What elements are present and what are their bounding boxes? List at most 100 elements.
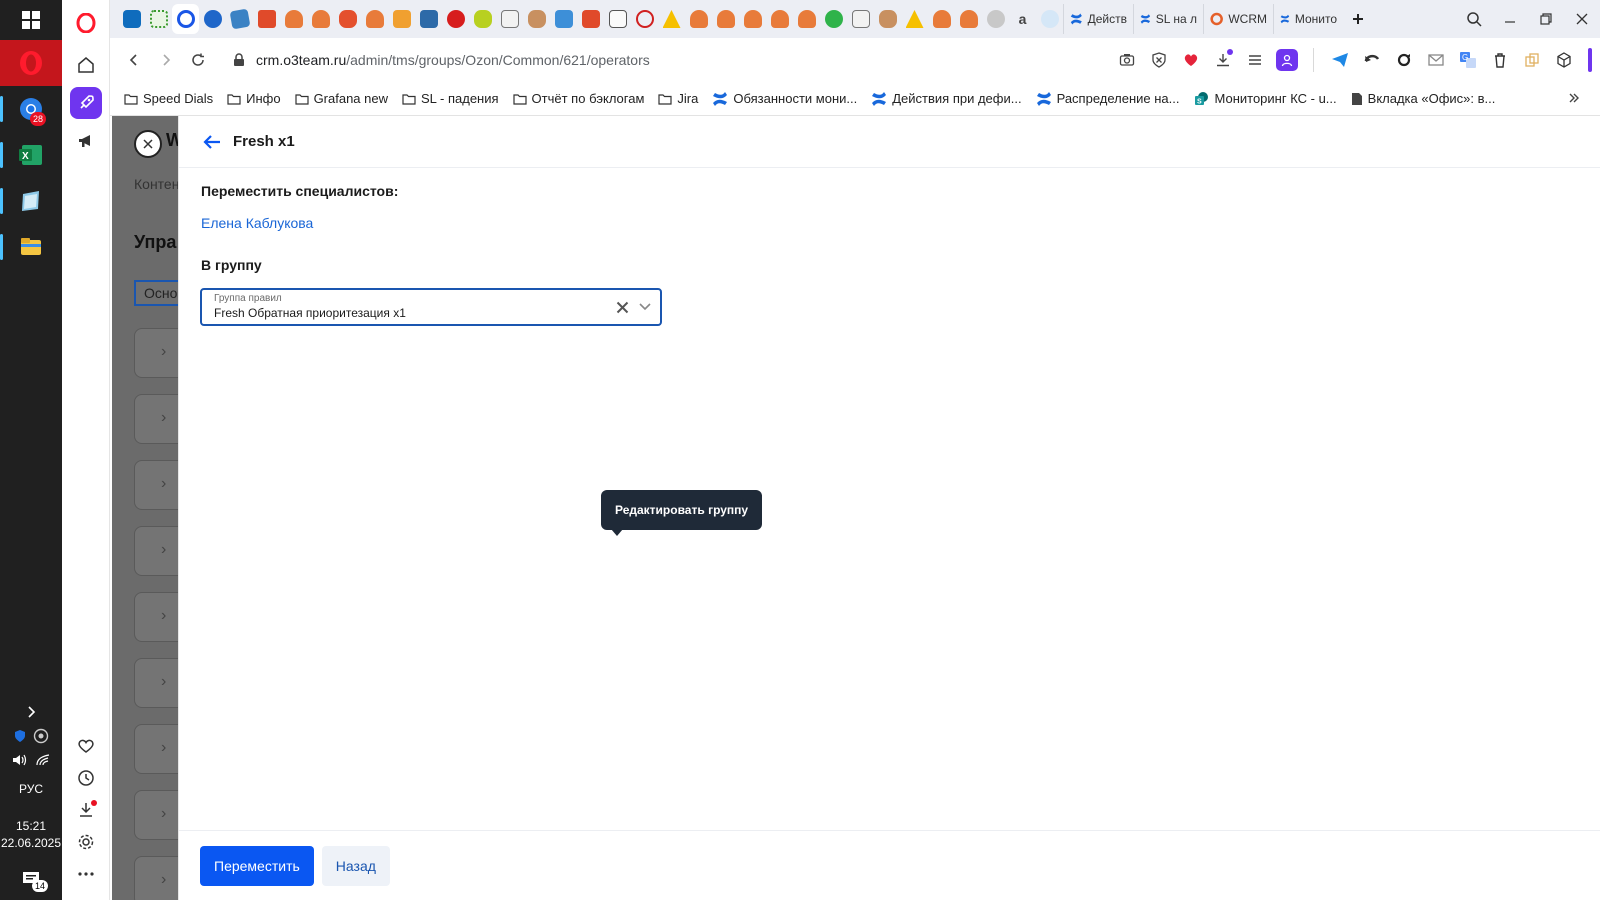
restore-button[interactable] <box>1528 0 1564 38</box>
back-text-button[interactable]: Назад <box>321 845 390 886</box>
tab-outlook[interactable] <box>118 4 145 34</box>
bookmark-backlog[interactable]: Отчёт по бэклогам <box>512 91 644 106</box>
select-dropdown-toggle[interactable] <box>638 300 652 314</box>
bookmark-monitoring[interactable]: S Мониторинг КС - u... <box>1194 91 1337 107</box>
specialist-link[interactable]: Елена Каблукова <box>201 215 313 231</box>
back-button[interactable] <box>118 44 150 76</box>
taskbar-opera[interactable] <box>0 40 62 86</box>
tab-confluence-3[interactable]: Монито <box>1273 4 1343 34</box>
tab-confluence-1[interactable]: Действ <box>1063 4 1133 34</box>
shield-icon[interactable] <box>13 729 27 743</box>
reload-button[interactable] <box>182 44 214 76</box>
bookmark-grafana[interactable]: Grafana new <box>294 91 388 106</box>
bookmarks-overflow-button[interactable] <box>1568 91 1580 107</box>
tab-grid[interactable] <box>145 4 172 34</box>
tab-app-1[interactable] <box>199 4 226 34</box>
tab-app-18[interactable] <box>658 4 685 34</box>
input-language[interactable]: РУС <box>19 782 43 796</box>
chevron-right-icon[interactable] <box>24 705 38 719</box>
tab-app-23[interactable] <box>793 4 820 34</box>
ext-copy[interactable] <box>1518 46 1546 74</box>
sidebar-history[interactable] <box>62 762 110 794</box>
forward-button[interactable] <box>150 44 182 76</box>
tab-app-27[interactable] <box>901 4 928 34</box>
tab-app-4[interactable] <box>280 4 307 34</box>
adblock-button[interactable] <box>1145 46 1173 74</box>
volume-icon[interactable] <box>11 753 29 767</box>
tab-app-16[interactable] <box>604 4 631 34</box>
tab-app-14[interactable] <box>550 4 577 34</box>
tab-app-20[interactable] <box>712 4 739 34</box>
sidebar-news[interactable] <box>62 122 110 160</box>
wifi-icon[interactable] <box>35 753 51 767</box>
sidebar-more[interactable] <box>62 858 110 890</box>
tab-app-13[interactable] <box>523 4 550 34</box>
downloads-button[interactable] <box>1209 46 1237 74</box>
easy-setup-button[interactable] <box>1241 46 1269 74</box>
tab-app-21[interactable] <box>739 4 766 34</box>
bookmark-info[interactable]: Инфо <box>227 91 281 106</box>
tab-app-8[interactable] <box>388 4 415 34</box>
tab-app-15[interactable] <box>577 4 604 34</box>
tab-app-32[interactable] <box>1036 4 1063 34</box>
rule-group-select[interactable]: Группа правил Fresh Обратная приоритезац… <box>200 288 662 326</box>
select-clear-button[interactable] <box>614 299 630 315</box>
snapshot-button[interactable] <box>1113 46 1141 74</box>
tab-search-button[interactable] <box>1456 0 1492 38</box>
ext-sync[interactable] <box>1390 46 1418 74</box>
sidebar-toggle[interactable] <box>1588 48 1592 72</box>
tab-app-25[interactable] <box>847 4 874 34</box>
tab-current[interactable] <box>172 4 199 34</box>
tab-app-26[interactable] <box>874 4 901 34</box>
bookmark-jira[interactable]: Jira <box>658 91 698 106</box>
ext-telegram[interactable] <box>1326 46 1354 74</box>
sidebar-home[interactable] <box>62 46 110 84</box>
taskbar-excel[interactable]: X <box>0 132 62 178</box>
bookmark-actions[interactable]: Действия при дефи... <box>871 91 1022 107</box>
tab-app-22[interactable] <box>766 4 793 34</box>
tab-app-12[interactable] <box>496 4 523 34</box>
tab-app-31[interactable]: a <box>1009 4 1036 34</box>
tab-app-28[interactable] <box>928 4 955 34</box>
tab-app-5[interactable] <box>307 4 334 34</box>
tab-app-24[interactable] <box>820 4 847 34</box>
bookmark-speed-dials[interactable]: Speed Dials <box>124 91 213 106</box>
tab-app-9[interactable] <box>415 4 442 34</box>
bookmark-distribution[interactable]: Распределение на... <box>1036 91 1180 107</box>
tab-confluence-2[interactable]: SL на л <box>1133 4 1203 34</box>
tab-app-2[interactable] <box>226 4 253 34</box>
start-button[interactable] <box>0 0 62 40</box>
bookmark-sl[interactable]: SL - падения <box>402 91 499 106</box>
opera-menu-button[interactable] <box>62 0 110 46</box>
taskbar-chrome[interactable]: 28 <box>0 86 62 132</box>
ext-mail[interactable] <box>1422 46 1450 74</box>
clock[interactable]: 15:21 22.06.2025 <box>1 818 61 852</box>
clock-circle-icon[interactable] <box>33 728 49 744</box>
tab-app-10[interactable] <box>442 4 469 34</box>
bookmark-duties[interactable]: Обязанности мони... <box>712 91 857 107</box>
ext-cube[interactable] <box>1550 46 1578 74</box>
minimize-button[interactable] <box>1492 0 1528 38</box>
tab-app-17[interactable] <box>631 4 658 34</box>
profile-button[interactable] <box>1273 46 1301 74</box>
move-button[interactable]: Переместить <box>200 845 314 886</box>
close-window-button[interactable] <box>1564 0 1600 38</box>
tab-app-3[interactable] <box>253 4 280 34</box>
url-field[interactable]: crm.o3team.ru/admin/tms/groups/Ozon/Comm… <box>232 52 1092 68</box>
bookmark-heart-button[interactable] <box>1177 46 1205 74</box>
notifications-button[interactable]: 14 <box>16 866 48 892</box>
sidebar-favorites[interactable] <box>62 730 110 762</box>
sidebar-settings[interactable] <box>62 826 110 858</box>
tab-app-7[interactable] <box>361 4 388 34</box>
taskbar-explorer[interactable] <box>0 224 62 270</box>
taskbar-notes[interactable] <box>0 178 62 224</box>
ext-undo[interactable] <box>1358 46 1386 74</box>
sidebar-aria[interactable] <box>62 84 110 122</box>
ext-translate[interactable]: G <box>1454 46 1482 74</box>
tab-app-30[interactable] <box>982 4 1009 34</box>
bookmark-office[interactable]: Вкладка «Офис»: в... <box>1351 91 1495 106</box>
new-tab-button[interactable] <box>1343 4 1373 34</box>
background-close-button[interactable] <box>134 130 162 158</box>
panel-back-button[interactable] <box>201 131 223 153</box>
tab-app-11[interactable] <box>469 4 496 34</box>
